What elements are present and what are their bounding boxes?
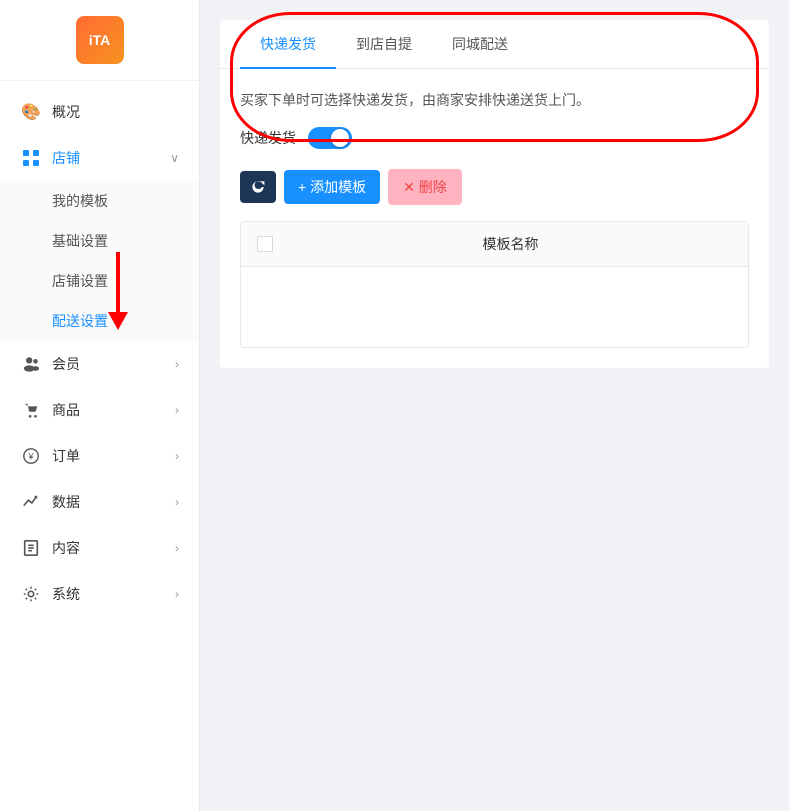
sidebar-item-mytemplate[interactable]: 我的模板	[0, 181, 199, 221]
sidebar-item-label-storesettings: 店铺设置	[52, 271, 108, 291]
table-col-name: 模板名称	[289, 234, 732, 254]
sidebar-item-member[interactable]: 会员 ›	[0, 341, 199, 387]
toggle-row: 快递发货	[240, 127, 749, 149]
sidebar-item-label-basicsettings: 基础设置	[52, 231, 108, 251]
sidebar-item-storesettings[interactable]: 店铺设置	[0, 261, 199, 301]
express-tab-content: 买家下单时可选择快递发货，由商家安排快递送货上门。 快递发货 + 添加模板	[220, 69, 769, 368]
sidebar-item-label-deliverysettings: 配送设置	[52, 311, 108, 331]
sidebar-item-deliverysettings[interactable]: 配送设置	[0, 301, 199, 341]
goods-chevron-icon: ›	[175, 403, 179, 417]
sidebar-item-data[interactable]: 数据 ›	[0, 479, 199, 525]
sidebar-item-label-goods: 商品	[52, 400, 80, 420]
delete-label: ✕ 删除	[403, 177, 447, 197]
sidebar: iTA 🎨 概况 店铺 ∨ 我的模板	[0, 0, 200, 811]
table-header: 模板名称	[241, 222, 748, 267]
member-chevron-icon: ›	[175, 357, 179, 371]
sidebar-item-basicsettings[interactable]: 基础设置	[0, 221, 199, 261]
tab-city-delivery[interactable]: 同城配送	[432, 20, 528, 68]
main-scroll-area: 快递发货 到店自提 同城配送 买家下单时可选择快递发货，由商家安排快递送货上门。…	[200, 0, 789, 811]
order-icon: ¥	[20, 445, 42, 467]
sidebar-item-store[interactable]: 店铺 ∨	[0, 135, 199, 181]
system-icon	[20, 583, 42, 605]
delivery-tabs: 快递发货 到店自提 同城配送	[220, 20, 769, 69]
member-icon	[20, 353, 42, 375]
content-icon	[20, 537, 42, 559]
sidebar-item-label-order: 订单	[52, 446, 80, 466]
sidebar-header: iTA	[0, 0, 199, 81]
sidebar-menu: 🎨 概况 店铺 ∨ 我的模板 基础设置	[0, 81, 199, 811]
toggle-label: 快递发货	[240, 128, 296, 148]
add-template-button[interactable]: + 添加模板	[284, 170, 380, 204]
refresh-button[interactable]	[240, 171, 276, 203]
express-toggle[interactable]	[308, 127, 352, 149]
data-icon	[20, 491, 42, 513]
sidebar-item-label-system: 系统	[52, 584, 80, 604]
store-submenu: 我的模板 基础设置 店铺设置 配送设置	[0, 181, 199, 341]
delete-button[interactable]: ✕ 删除	[388, 169, 462, 205]
add-template-label: + 添加模板	[298, 177, 366, 197]
table-body	[241, 267, 748, 347]
template-table: 模板名称	[240, 221, 749, 348]
sidebar-item-label-content: 内容	[52, 538, 80, 558]
main-content: 快递发货 到店自提 同城配送 买家下单时可选择快递发货，由商家安排快递送货上门。…	[200, 0, 789, 811]
content-chevron-icon: ›	[175, 541, 179, 555]
store-chevron-icon: ∨	[170, 151, 179, 165]
logo: iTA	[76, 16, 124, 64]
goods-icon	[20, 399, 42, 421]
sidebar-item-system[interactable]: 系统 ›	[0, 571, 199, 617]
store-icon	[20, 147, 42, 169]
action-bar: + 添加模板 ✕ 删除	[240, 169, 749, 205]
sidebar-item-label-store: 店铺	[52, 148, 80, 168]
sidebar-item-label-overview: 概况	[52, 102, 80, 122]
system-chevron-icon: ›	[175, 587, 179, 601]
sidebar-item-order[interactable]: ¥ 订单 ›	[0, 433, 199, 479]
delivery-settings-card: 快递发货 到店自提 同城配送 买家下单时可选择快递发货，由商家安排快递送货上门。…	[220, 20, 769, 368]
sidebar-item-label-member: 会员	[52, 354, 80, 374]
order-chevron-icon: ›	[175, 449, 179, 463]
svg-text:¥: ¥	[27, 452, 34, 462]
sidebar-item-goods[interactable]: 商品 ›	[0, 387, 199, 433]
select-all-checkbox[interactable]	[257, 236, 273, 252]
refresh-icon	[250, 179, 266, 195]
tab-pickup[interactable]: 到店自提	[336, 20, 432, 68]
sidebar-item-content[interactable]: 内容 ›	[0, 525, 199, 571]
sidebar-item-overview[interactable]: 🎨 概况	[0, 89, 199, 135]
tab-express[interactable]: 快递发货	[240, 20, 336, 68]
sidebar-item-label-mytemplate: 我的模板	[52, 191, 108, 211]
delivery-description: 买家下单时可选择快递发货，由商家安排快递送货上门。	[240, 89, 749, 111]
sidebar-item-label-data: 数据	[52, 492, 80, 512]
data-chevron-icon: ›	[175, 495, 179, 509]
overview-icon: 🎨	[20, 101, 42, 123]
